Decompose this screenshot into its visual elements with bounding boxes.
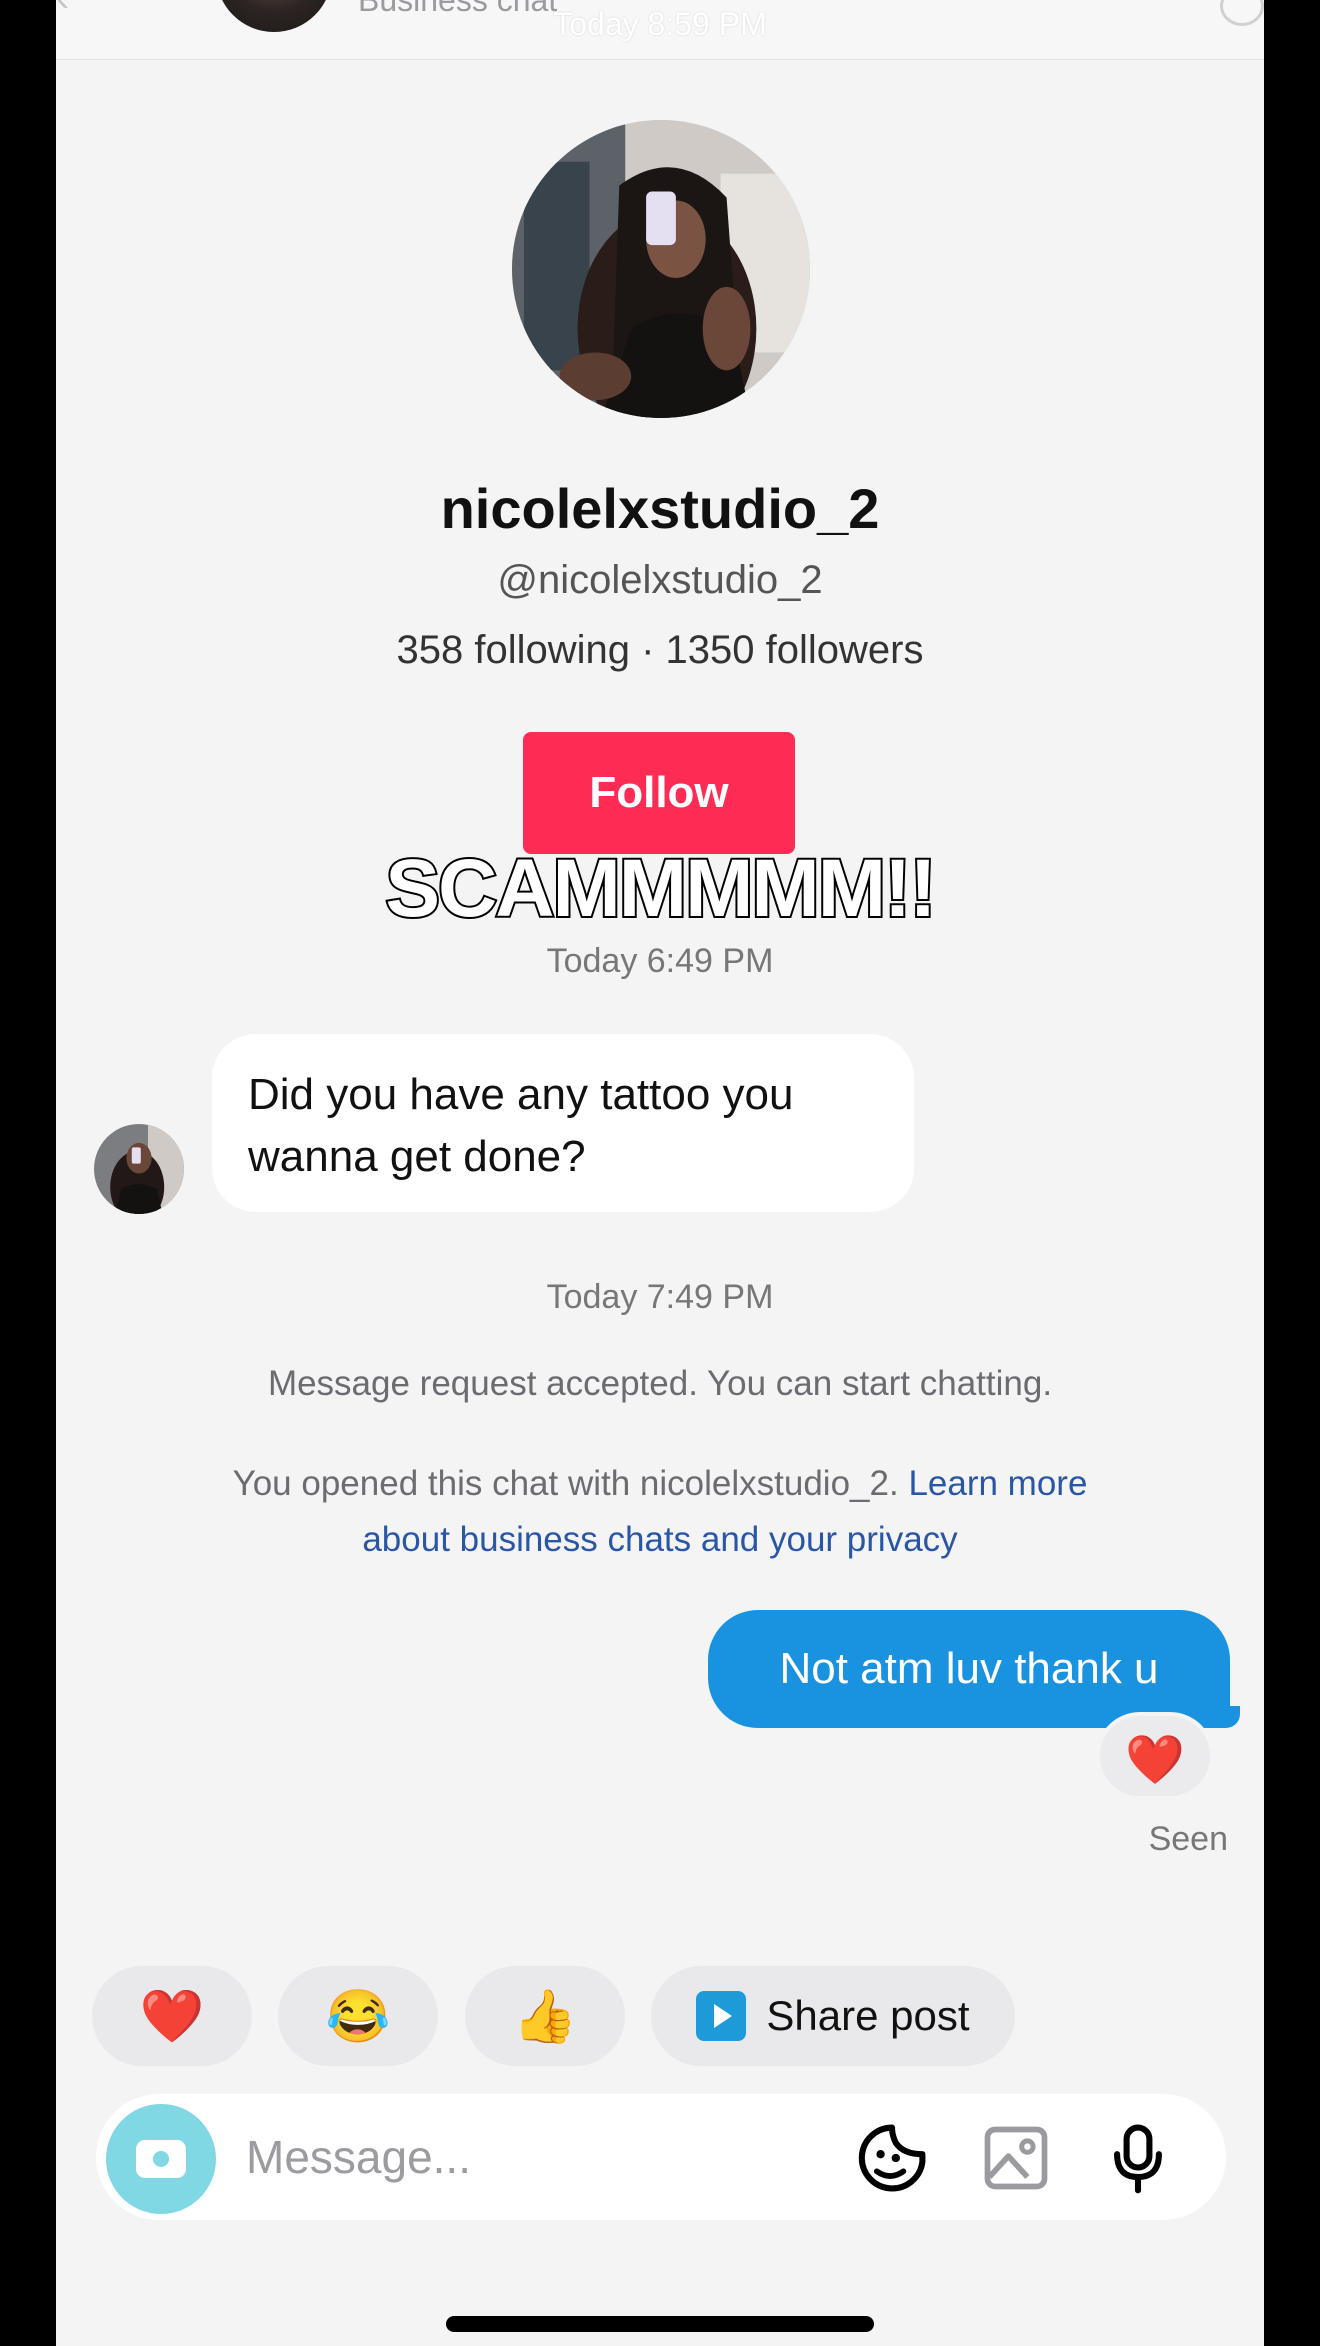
video-caption-overlay: SCAMMMMM!!: [383, 841, 938, 936]
home-indicator[interactable]: [446, 2316, 874, 2332]
camera-button[interactable]: [106, 2104, 216, 2214]
timestamp: Today 6:49 PM: [546, 942, 774, 980]
profile-avatar[interactable]: [512, 120, 810, 418]
profile-photo: [512, 120, 810, 418]
sticker-icon[interactable]: [854, 2120, 930, 2196]
chat-screen: ‹ Business chat Today 8:59 PM nicolelxst…: [56, 0, 1264, 2346]
image-icon[interactable]: [978, 2120, 1054, 2196]
quick-reply-heart[interactable]: ❤️: [92, 1966, 252, 2066]
message-composer: [96, 2094, 1226, 2220]
mic-icon[interactable]: [1100, 2120, 1176, 2196]
sender-avatar[interactable]: [94, 1124, 184, 1214]
heart-reaction[interactable]: ❤️: [1096, 1712, 1214, 1800]
quick-reply-laugh[interactable]: 😂: [278, 1966, 438, 2066]
play-icon: [696, 1991, 747, 2041]
privacy-text: You opened this chat with nicolelxstudio…: [232, 1464, 899, 1503]
incoming-message-bubble[interactable]: Did you have any tattoo you wanna get do…: [212, 1034, 914, 1212]
chat-header: ‹ Business chat Today 8:59 PM: [56, 0, 1264, 60]
quick-reply-thumbs-up[interactable]: 👍: [465, 1966, 625, 2066]
outgoing-message-bubble[interactable]: Not atm luv thank u: [708, 1610, 1230, 1728]
message-input[interactable]: [246, 2122, 806, 2192]
profile-name: nicolelxstudio_2: [440, 477, 880, 540]
share-post-button[interactable]: Share post: [651, 1966, 1015, 2066]
profile-handle: @nicolelxstudio_2: [497, 558, 823, 602]
timestamp: Today 7:49 PM: [546, 1278, 774, 1316]
privacy-notice: You opened this chat with nicolelxstudio…: [216, 1456, 1104, 1568]
bubble-tail: [1214, 1706, 1240, 1728]
video-time-overlay: Today 8:59 PM: [553, 6, 767, 42]
profile-stats: 358 following · 1350 followers: [396, 628, 924, 672]
share-post-label: Share post: [766, 1992, 970, 2039]
follow-button[interactable]: Follow: [523, 732, 795, 854]
sender-photo: [94, 1124, 184, 1214]
system-message: Message request accepted. You can start …: [267, 1364, 1053, 1403]
camera-lens: [149, 2147, 173, 2171]
seen-status: Seen: [1148, 1820, 1228, 1858]
